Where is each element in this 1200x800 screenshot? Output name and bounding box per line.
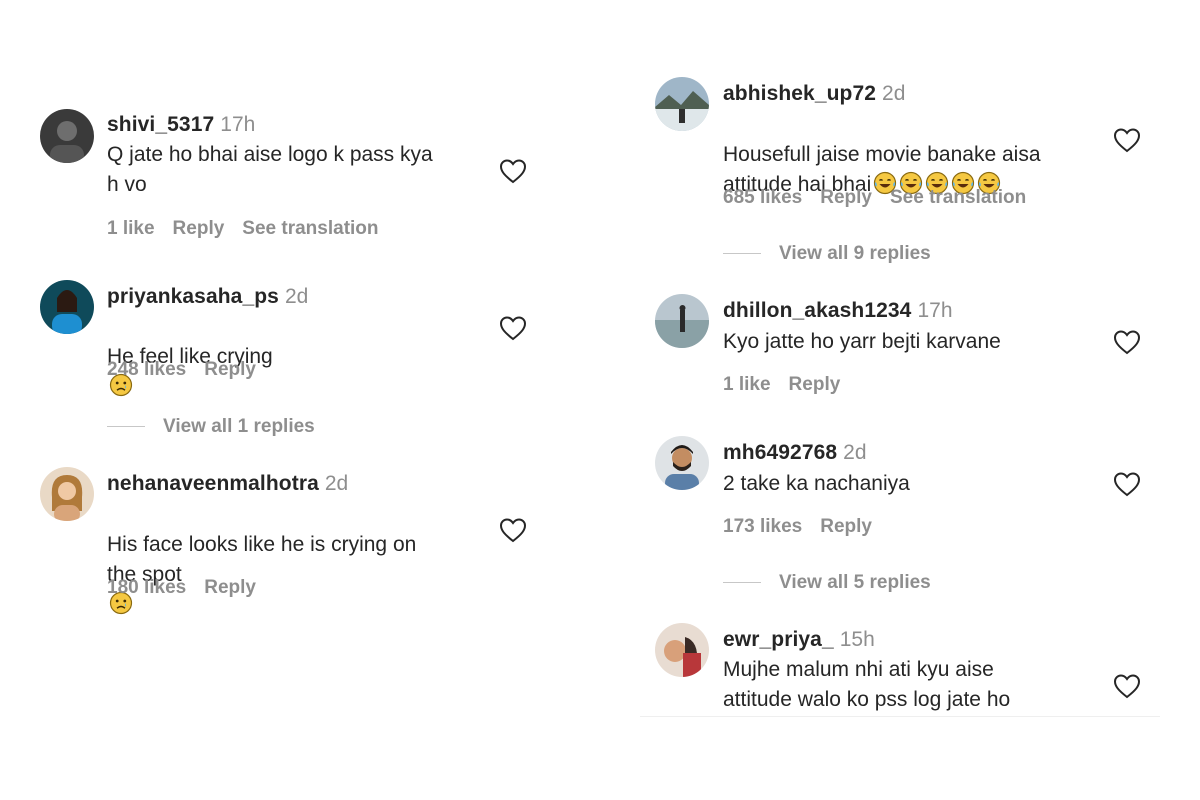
username[interactable]: priyankasaha_ps xyxy=(107,285,279,308)
replies-divider xyxy=(723,253,761,255)
comment-text: Mujhe malum nhi ati kyu aise attitude wa… xyxy=(723,658,1011,711)
timestamp: 2d xyxy=(882,82,906,105)
avatar[interactable] xyxy=(655,623,709,677)
timestamp: 2d xyxy=(324,472,349,495)
like-heart-icon[interactable] xyxy=(1113,673,1141,699)
likes-count[interactable]: 180 likes xyxy=(107,577,186,598)
reply-button[interactable]: Reply xyxy=(820,187,872,208)
likes-count[interactable]: 685 likes xyxy=(723,187,802,208)
avatar[interactable] xyxy=(655,294,709,348)
like-heart-icon[interactable] xyxy=(1113,471,1141,497)
comment-text: 2 take ka nachaniya xyxy=(723,472,910,495)
username[interactable]: shivi_5317 xyxy=(107,113,214,136)
timestamp: 2d xyxy=(843,441,867,464)
avatar[interactable] xyxy=(655,436,709,490)
reply-button[interactable]: Reply xyxy=(789,374,841,395)
view-replies-label: View all 1 replies xyxy=(163,416,315,437)
avatar[interactable] xyxy=(655,77,709,131)
view-replies-button[interactable]: View all 5 replies xyxy=(723,571,931,595)
timestamp: 15h xyxy=(839,628,875,651)
view-replies-label: View all 9 replies xyxy=(779,243,931,264)
timestamp: 17h xyxy=(917,299,953,322)
reply-button[interactable]: Reply xyxy=(204,577,256,598)
view-replies-label: View all 5 replies xyxy=(779,572,931,593)
reply-button[interactable]: Reply xyxy=(173,218,225,239)
see-translation-button[interactable]: See translation xyxy=(890,187,1026,208)
reply-button[interactable]: Reply xyxy=(204,359,256,380)
timestamp: 2d xyxy=(284,285,309,308)
like-heart-icon[interactable] xyxy=(1113,329,1141,355)
like-heart-icon[interactable] xyxy=(499,315,527,341)
comment-text: Q jate ho bhai aise logo k pass kya h vo xyxy=(107,143,433,196)
timestamp: 17h xyxy=(220,113,256,136)
likes-count[interactable]: 1 like xyxy=(723,374,771,395)
avatar[interactable] xyxy=(40,109,94,163)
username[interactable]: dhillon_akash1234 xyxy=(723,299,911,322)
reply-button[interactable]: Reply xyxy=(820,516,872,537)
replies-divider xyxy=(107,426,145,428)
likes-count[interactable]: 248 likes xyxy=(107,359,186,380)
like-heart-icon[interactable] xyxy=(499,158,527,184)
likes-count[interactable]: 1 like xyxy=(107,218,155,239)
view-replies-button[interactable]: View all 9 replies xyxy=(723,242,931,266)
avatar[interactable] xyxy=(40,467,94,521)
username[interactable]: mh6492768 xyxy=(723,441,837,464)
like-heart-icon[interactable] xyxy=(1113,127,1141,153)
view-replies-button[interactable]: View all 1 replies xyxy=(107,415,315,439)
avatar[interactable] xyxy=(40,280,94,334)
comment-text: Kyo jatte ho yarr bejti karvane xyxy=(723,330,1001,353)
divider-line xyxy=(640,716,1160,717)
username[interactable]: nehanaveenmalhotra xyxy=(107,472,319,495)
replies-divider xyxy=(723,582,761,584)
like-heart-icon[interactable] xyxy=(499,517,527,543)
see-translation-button[interactable]: See translation xyxy=(242,218,378,239)
username[interactable]: abhishek_up72 xyxy=(723,82,876,105)
username[interactable]: ewr_priya_ xyxy=(723,628,834,651)
likes-count[interactable]: 173 likes xyxy=(723,516,802,537)
